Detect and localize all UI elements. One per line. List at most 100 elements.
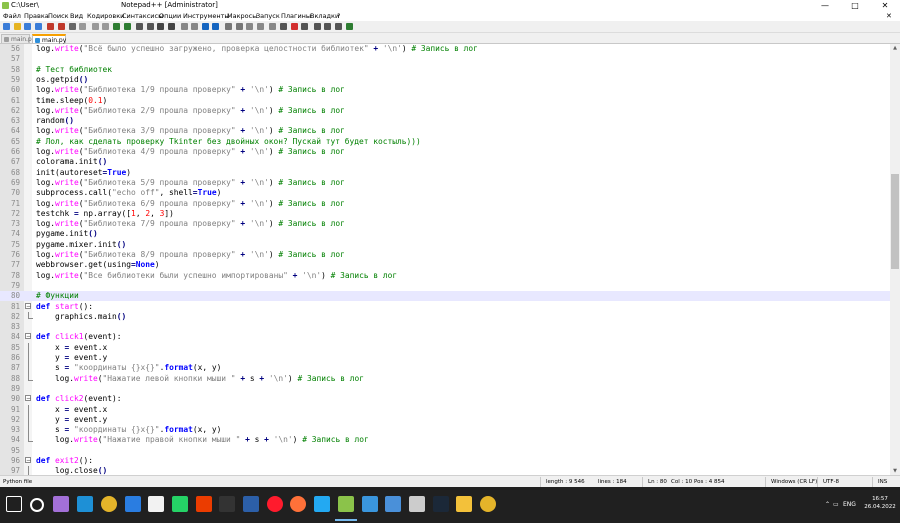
fold-toggle-icon[interactable]: − bbox=[25, 333, 31, 340]
code-line[interactable]: 56 log.write("Всё было успешно загружено,… bbox=[0, 44, 890, 54]
code-line[interactable]: 71 log.write("Библиотека 6/9 прошла прове… bbox=[0, 199, 890, 209]
explorer-icon[interactable] bbox=[456, 496, 473, 512]
code-line[interactable]: 65 # Лол, как сделать проверку Tkinter бе… bbox=[0, 137, 890, 147]
code-line[interactable]: 96− def exit2(): bbox=[0, 456, 890, 466]
doc-map-icon[interactable] bbox=[246, 23, 254, 30]
code-line[interactable]: 70 subprocess.call("echo off", shell=True… bbox=[0, 188, 890, 198]
tray-chevron-icon[interactable]: ⌃ bbox=[825, 487, 830, 523]
vertical-scrollbar[interactable]: ▲ ▼ bbox=[890, 44, 900, 475]
indent-guide-icon[interactable] bbox=[225, 23, 232, 30]
menu-item-10[interactable]: Плагины bbox=[281, 11, 311, 21]
code-line[interactable]: 81− def start(): bbox=[0, 302, 890, 312]
new-file-icon[interactable] bbox=[3, 23, 10, 30]
menu-item-3[interactable]: Вид bbox=[70, 11, 83, 21]
code-line[interactable]: 77 webbrowser.get(using=None) bbox=[0, 260, 890, 270]
menu-item-0[interactable]: Файл bbox=[3, 11, 21, 21]
find-icon[interactable] bbox=[136, 23, 144, 30]
edge-icon[interactable] bbox=[77, 496, 94, 512]
print-icon[interactable] bbox=[68, 23, 76, 30]
visual-studio-icon[interactable] bbox=[53, 496, 70, 512]
code-line[interactable]: 63 random() bbox=[0, 116, 890, 126]
language-icon[interactable] bbox=[235, 23, 243, 30]
search-icon[interactable] bbox=[29, 498, 44, 512]
vscode-icon[interactable] bbox=[314, 496, 331, 512]
fold-toggle-icon[interactable]: − bbox=[25, 457, 31, 464]
terminal-icon[interactable] bbox=[219, 496, 236, 512]
mail-icon[interactable] bbox=[124, 496, 141, 512]
scroll-down-icon[interactable]: ▼ bbox=[890, 467, 900, 475]
code-line[interactable]: 68 init(autoreset=True) bbox=[0, 168, 890, 178]
sync-v-icon[interactable] bbox=[180, 23, 188, 30]
paste-icon[interactable] bbox=[102, 23, 110, 30]
menu-item-9[interactable]: Запуск bbox=[256, 11, 280, 21]
close-all-icon[interactable] bbox=[58, 23, 65, 30]
folder-workspace-icon[interactable] bbox=[269, 23, 277, 30]
scroll-up-icon[interactable]: ▲ bbox=[890, 44, 900, 52]
close-window-button[interactable]: ✕ bbox=[870, 0, 900, 11]
monitor-icon[interactable] bbox=[280, 23, 287, 30]
powershell-icon[interactable] bbox=[243, 496, 259, 512]
code-line[interactable]: 86 y = event.y bbox=[0, 353, 890, 364]
spellcheck-icon[interactable] bbox=[345, 23, 353, 30]
code-line[interactable]: 57 bbox=[0, 54, 890, 64]
code-line[interactable]: 83 bbox=[0, 322, 890, 332]
redo-icon[interactable] bbox=[123, 23, 131, 30]
menu-item-5[interactable]: Синтаксисы bbox=[122, 11, 163, 21]
code-line[interactable]: 95 bbox=[0, 446, 890, 456]
word-wrap-icon[interactable] bbox=[201, 23, 209, 30]
save-macro-icon[interactable] bbox=[335, 23, 342, 30]
menu-item-1[interactable]: Правка bbox=[24, 11, 49, 21]
code-line[interactable]: 73 log.write("Библиотека 7/9 прошла прове… bbox=[0, 219, 890, 229]
office-icon[interactable] bbox=[195, 496, 212, 512]
cut-icon[interactable] bbox=[79, 23, 87, 30]
code-line[interactable]: 84− def click1(event): bbox=[0, 332, 890, 342]
code-line[interactable]: 78 log.write("Все библиотеки были успешно… bbox=[0, 271, 890, 281]
chrome-icon[interactable] bbox=[100, 496, 117, 512]
code-line[interactable]: 93 s = "координаты {}x{}".format(x, y) bbox=[0, 425, 890, 436]
whatsapp-icon[interactable] bbox=[171, 496, 188, 512]
fold-toggle-icon[interactable]: − bbox=[25, 395, 31, 402]
code-line[interactable]: 76 log.write("Библиотека 8/9 прошла прове… bbox=[0, 250, 890, 260]
play-macro-icon[interactable] bbox=[313, 23, 321, 30]
browser-icon[interactable] bbox=[290, 496, 307, 512]
undo-icon[interactable] bbox=[113, 23, 120, 30]
show-all-chars-icon[interactable] bbox=[212, 23, 220, 30]
close-doc-button[interactable]: ✕ bbox=[886, 11, 892, 21]
menu-item-7[interactable]: Инструменты bbox=[183, 11, 230, 21]
code-line[interactable]: 88 log.write("Нажатие левой кнопки мыши … bbox=[0, 373, 890, 384]
zoom-out-icon[interactable] bbox=[168, 23, 175, 30]
code-line[interactable]: 62 log.write("Библиотека 2/9 прошла прове… bbox=[0, 106, 890, 116]
maximize-button[interactable]: □ bbox=[840, 0, 870, 11]
code-line[interactable]: 92 y = event.y bbox=[0, 414, 890, 426]
save-icon[interactable] bbox=[24, 23, 32, 30]
store-icon[interactable] bbox=[148, 496, 165, 512]
start-icon[interactable] bbox=[6, 496, 22, 512]
save-all-icon[interactable] bbox=[34, 23, 42, 30]
close-icon[interactable] bbox=[47, 23, 55, 30]
code-line[interactable]: 72 testchk = np.array([1, 2, 3]) bbox=[0, 209, 890, 219]
tab-main-py-1[interactable]: main.py bbox=[1, 34, 35, 43]
settings-icon[interactable] bbox=[408, 496, 425, 512]
code-line[interactable]: 74 pygame.init() bbox=[0, 229, 890, 239]
menu-item-6[interactable]: Опции bbox=[159, 11, 181, 21]
code-line[interactable]: 85 x = event.x bbox=[0, 342, 890, 353]
menu-item-11[interactable]: Вкладки bbox=[310, 11, 339, 21]
code-line[interactable]: 97 log.close() bbox=[0, 466, 890, 475]
steam-icon[interactable] bbox=[432, 496, 449, 512]
menu-item-2[interactable]: Поиск bbox=[48, 11, 69, 21]
copy-icon[interactable] bbox=[91, 23, 99, 30]
tab-main-py-2[interactable]: main.py bbox=[32, 34, 66, 44]
code-line[interactable]: 89 bbox=[0, 384, 890, 394]
scroll-thumb[interactable] bbox=[891, 174, 899, 269]
code-line[interactable]: 90− def click2(event): bbox=[0, 394, 890, 404]
notepadpp-icon[interactable] bbox=[334, 496, 357, 521]
chrome-icon-2[interactable] bbox=[480, 496, 496, 512]
code-line[interactable]: 67 colorama.init() bbox=[0, 157, 890, 167]
language-indicator[interactable]: ENG bbox=[843, 487, 856, 523]
minimize-button[interactable]: — bbox=[810, 0, 840, 11]
code-line[interactable]: 61 time.sleep(0.1) bbox=[0, 96, 890, 106]
function-list-icon[interactable] bbox=[256, 23, 264, 30]
remote-desktop-icon[interactable] bbox=[361, 496, 378, 512]
record-macro-icon[interactable] bbox=[290, 23, 298, 30]
sync-h-icon[interactable] bbox=[191, 23, 199, 30]
